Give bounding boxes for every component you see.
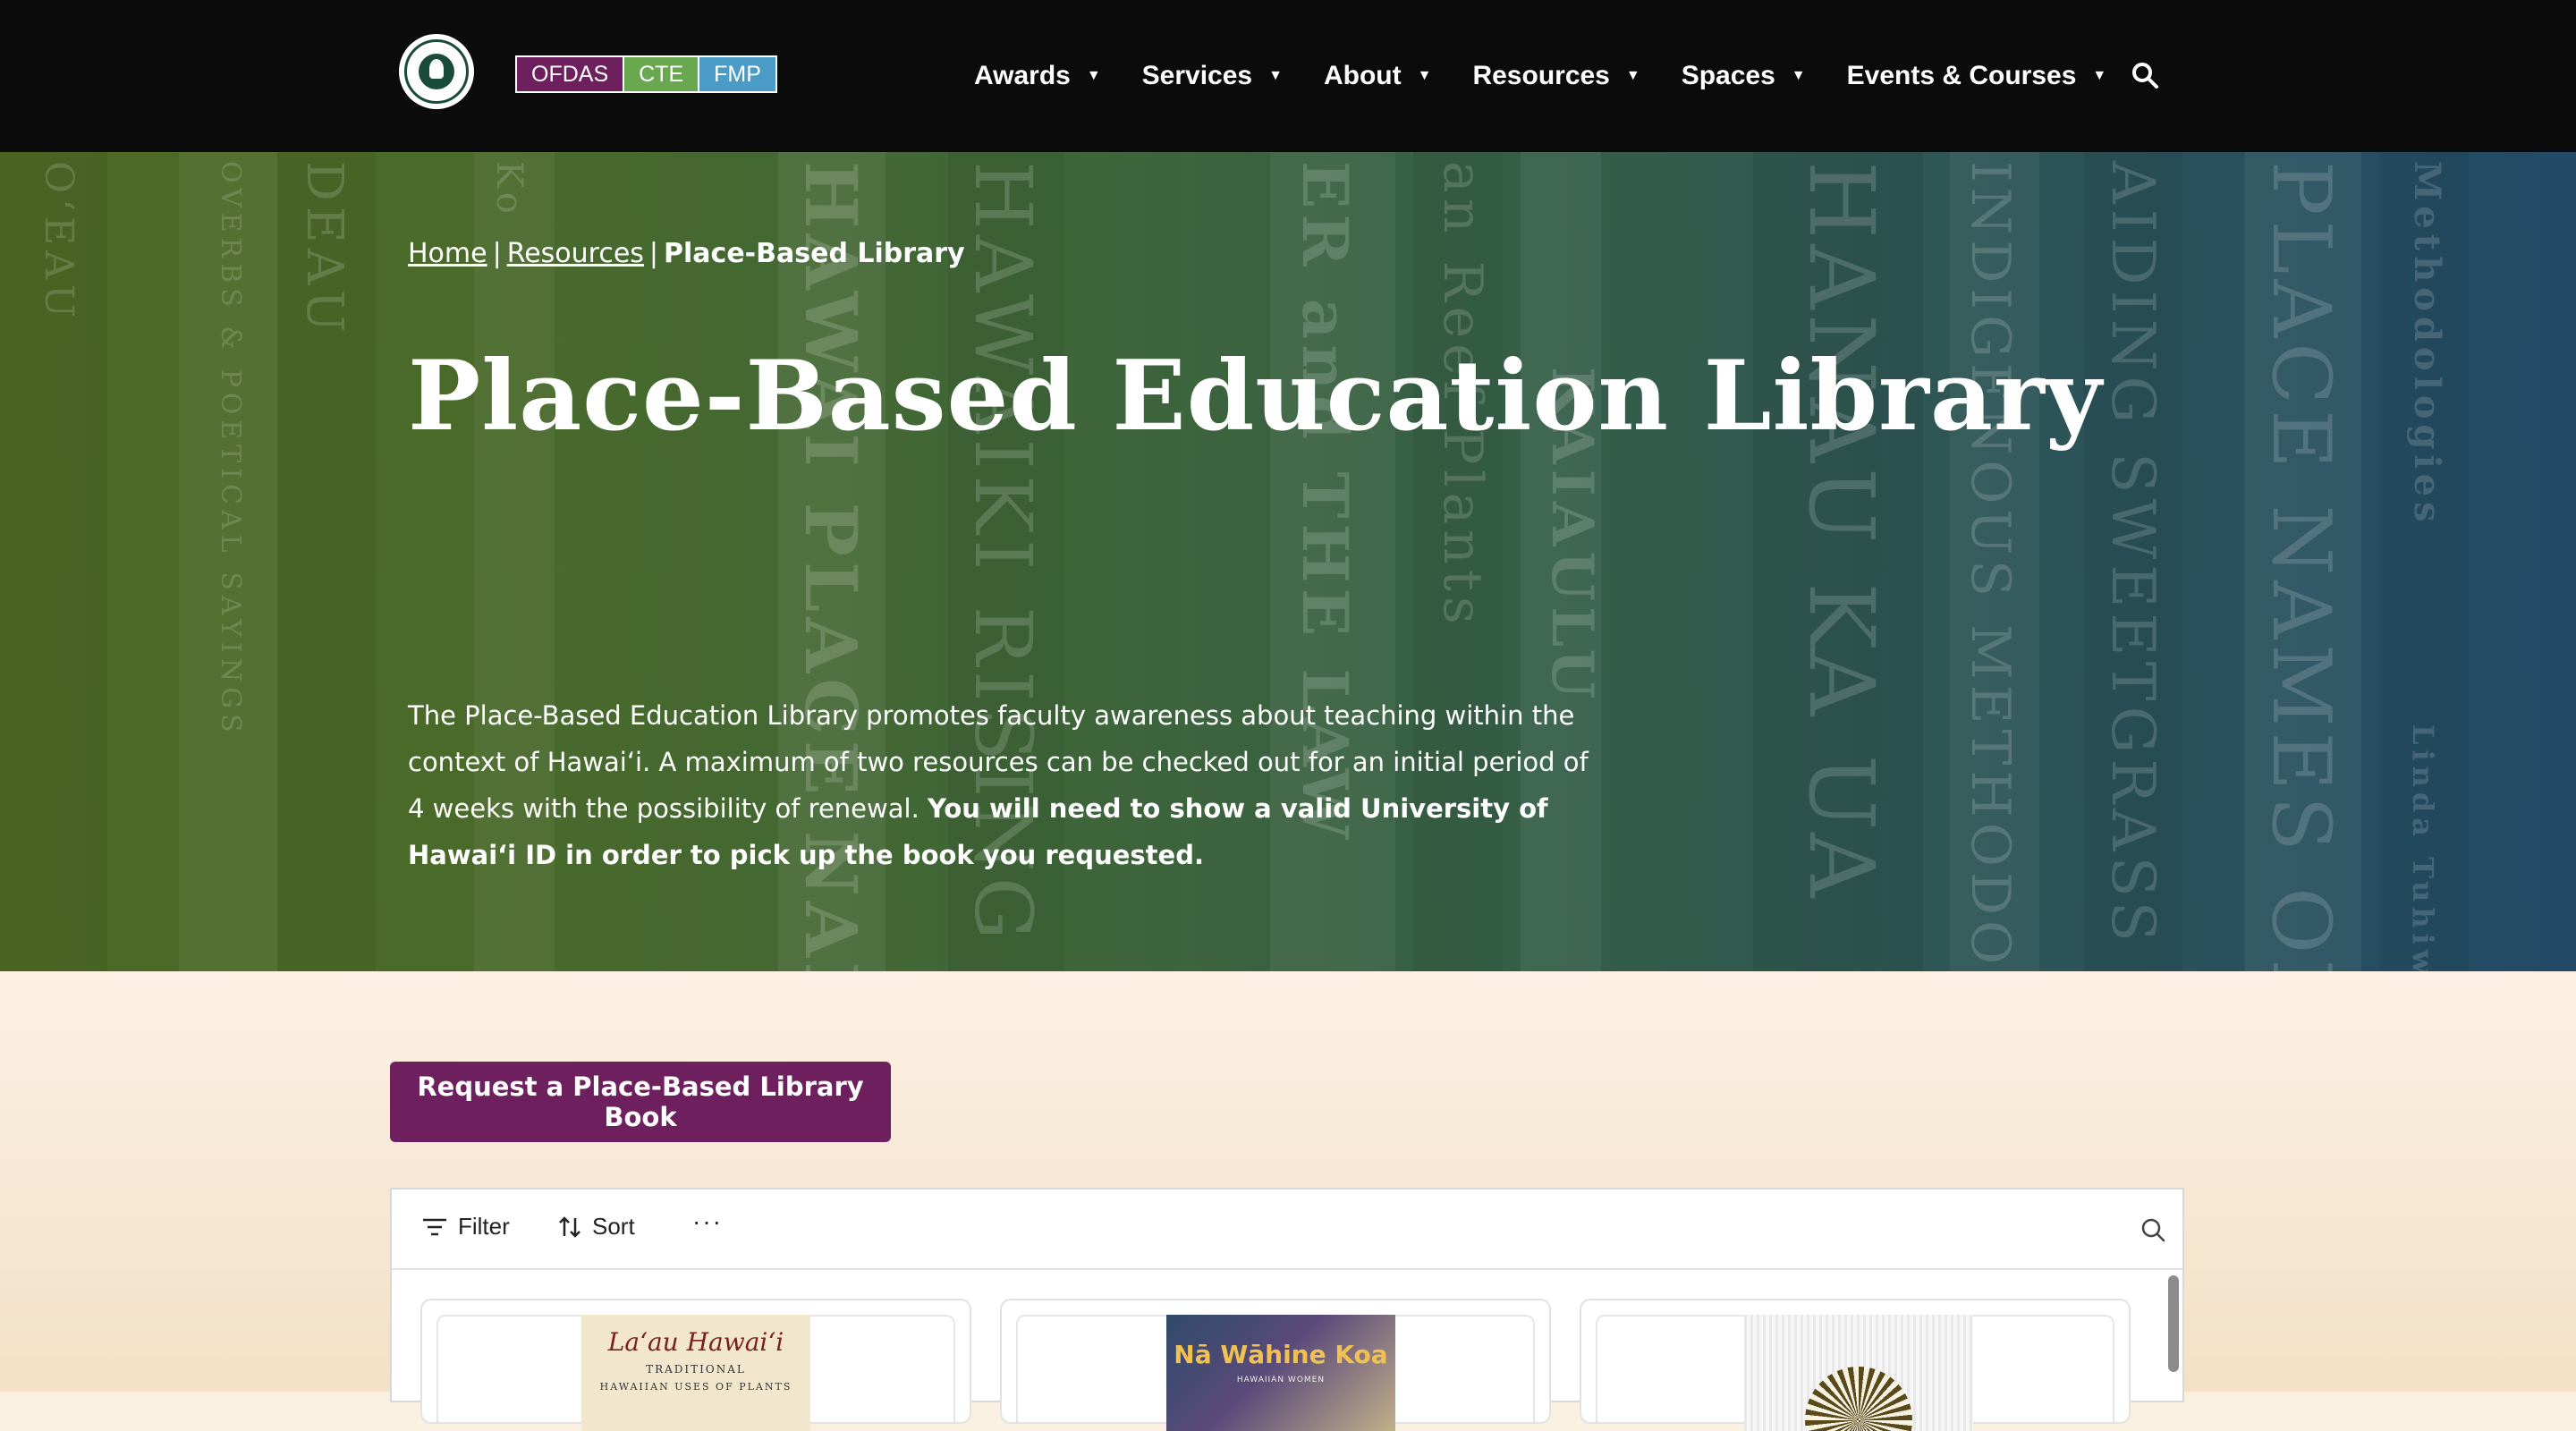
badge-ofdas[interactable]: OFDAS — [515, 55, 625, 93]
book-cover-image: Laʻau Hawaiʻi TRADITIONAL HAWAIIAN USES … — [581, 1315, 810, 1431]
nav-awards[interactable]: Awards ▼ — [974, 61, 1101, 91]
main-content: Request a Place-Based Library Book Filte… — [0, 971, 2576, 1431]
page-title: Place-Based Education Library — [408, 340, 2103, 453]
book-cover-title: Nā Wāhine Koa — [1174, 1340, 1388, 1369]
caret-down-icon: ▼ — [1417, 68, 1432, 83]
filter-button[interactable]: Filter — [422, 1213, 510, 1240]
gallery-scrollbar[interactable] — [2168, 1275, 2179, 1372]
nav-resources-label: Resources — [1472, 61, 1610, 90]
book-spine: OVERBS & POETICAL SAYINGS — [179, 152, 277, 971]
breadcrumb-home-link[interactable]: Home — [408, 238, 487, 269]
book-gallery: Filter Sort ··· Laʻau Hawaiʻi TRADITIONA… — [390, 1188, 2184, 1431]
page-description: The Place-Based Education Library promot… — [408, 692, 1597, 878]
nav-awards-label: Awards — [974, 61, 1071, 90]
book-card-frame: Nā Wāhine Koa HAWAIIAN WOMEN — [1016, 1315, 1535, 1431]
nav-spaces-label: Spaces — [1681, 61, 1775, 90]
spine-title: Ko — [488, 161, 530, 219]
book-spine: AIDING SWEETGRASS — [2084, 152, 2182, 971]
nav-about-label: About — [1323, 61, 1402, 90]
site-header: OFDAS CTE FMP Awards ▼ Services ▼ About ▼ R… — [0, 0, 2576, 152]
spine-title: OʻEAU — [36, 161, 81, 324]
book-cover-subtitle-2: HAWAIIAN USES OF PLANTS — [599, 1381, 792, 1393]
filter-label: Filter — [458, 1213, 510, 1240]
nav-services[interactable]: Services ▼ — [1142, 61, 1283, 91]
caret-down-icon: ▼ — [1625, 68, 1640, 83]
nav-events-label: Events & Courses — [1846, 61, 2077, 90]
gallery-toolbar: Filter Sort ··· — [392, 1190, 2182, 1270]
sort-icon — [559, 1215, 580, 1238]
spine-title: PLACE NAMES OF HAWAII — [2254, 161, 2348, 971]
spine-title: HANAU KA UA — [1789, 161, 1894, 903]
breadcrumb-resources-link[interactable]: Resources — [507, 238, 644, 269]
book-spine: INDIGENOUS METHODOLOGIES — [1950, 152, 2039, 971]
book-card-frame: Laʻau Hawaiʻi TRADITIONAL HAWAIIAN USES … — [436, 1315, 955, 1431]
book-cards: Laʻau Hawaiʻi TRADITIONAL HAWAIIAN USES … — [392, 1270, 2182, 1431]
spine-title: DEAU — [295, 161, 353, 338]
caret-down-icon: ▼ — [2092, 68, 2107, 83]
seal-leaf — [429, 59, 444, 79]
main-nav: Awards ▼ Services ▼ About ▼ Resources ▼ Spac… — [974, 52, 2148, 100]
book-spine: Linda Tuhiwai — [2379, 152, 2469, 971]
book-spine: PLACE NAMES OF HAWAII — [2245, 152, 2361, 971]
book-card[interactable] — [1580, 1299, 2131, 1431]
university-seal-logo[interactable] — [399, 34, 474, 109]
book-card[interactable]: Nā Wāhine Koa HAWAIIAN WOMEN — [1000, 1299, 1551, 1431]
hero-banner: OʻEAU OVERBS & POETICAL SAYINGS DEAU Ko … — [0, 152, 2576, 971]
sort-label: Sort — [592, 1213, 635, 1240]
caret-down-icon: ▼ — [1791, 68, 1806, 83]
filter-icon — [423, 1218, 446, 1235]
breadcrumb-separator: | — [492, 238, 502, 269]
badge-fmp[interactable]: FMP — [699, 55, 777, 93]
book-cover-title: Laʻau Hawaiʻi — [607, 1327, 784, 1357]
search-icon[interactable] — [2131, 61, 2159, 89]
book-spine: HANAU KA UA — [1753, 152, 1923, 971]
book-cover-subtitle: HAWAIIAN WOMEN — [1236, 1376, 1326, 1384]
gallery-search-icon[interactable] — [2140, 1216, 2166, 1243]
request-book-button[interactable]: Request a Place-Based Library Book — [390, 1062, 891, 1142]
book-spine: DEAU — [277, 152, 376, 971]
badge-cte[interactable]: CTE — [624, 55, 700, 93]
breadcrumb-current: Place-Based Library — [664, 238, 965, 269]
book-card-frame — [1596, 1315, 2114, 1431]
book-cover-art — [1805, 1367, 1912, 1431]
caret-down-icon: ▼ — [1086, 68, 1101, 83]
sort-button[interactable]: Sort — [558, 1213, 635, 1240]
book-spine: OʻEAU — [0, 152, 107, 971]
spine-title: INDIGENOUS METHODOLOGIES — [1959, 161, 2021, 971]
nav-about[interactable]: About ▼ — [1324, 61, 1431, 91]
nav-spaces[interactable]: Spaces ▼ — [1682, 61, 1806, 91]
spine-title: OVERBS & POETICAL SAYINGS — [215, 161, 246, 738]
book-cover-image: Nā Wāhine Koa HAWAIIAN WOMEN — [1166, 1315, 1395, 1431]
nav-events-courses[interactable]: Events & Courses ▼ — [1847, 61, 2107, 91]
breadcrumb: Home | Resources | Place-Based Library — [408, 238, 965, 269]
nav-resources[interactable]: Resources ▼ — [1472, 61, 1640, 91]
spine-title: AIDING SWEETGRASS — [2098, 161, 2167, 947]
book-card[interactable]: Laʻau Hawaiʻi TRADITIONAL HAWAIIAN USES … — [420, 1299, 971, 1431]
more-options-button[interactable]: ··· — [692, 1207, 723, 1236]
unit-badges: OFDAS CTE FMP — [515, 55, 777, 93]
breadcrumb-separator: | — [648, 238, 659, 269]
book-cover-image — [1744, 1315, 1973, 1431]
caret-down-icon: ▼ — [1268, 68, 1283, 83]
spine-title: Linda Tuhiwai — [2406, 724, 2440, 971]
book-cover-subtitle: TRADITIONAL — [646, 1363, 746, 1376]
nav-services-label: Services — [1141, 61, 1253, 90]
